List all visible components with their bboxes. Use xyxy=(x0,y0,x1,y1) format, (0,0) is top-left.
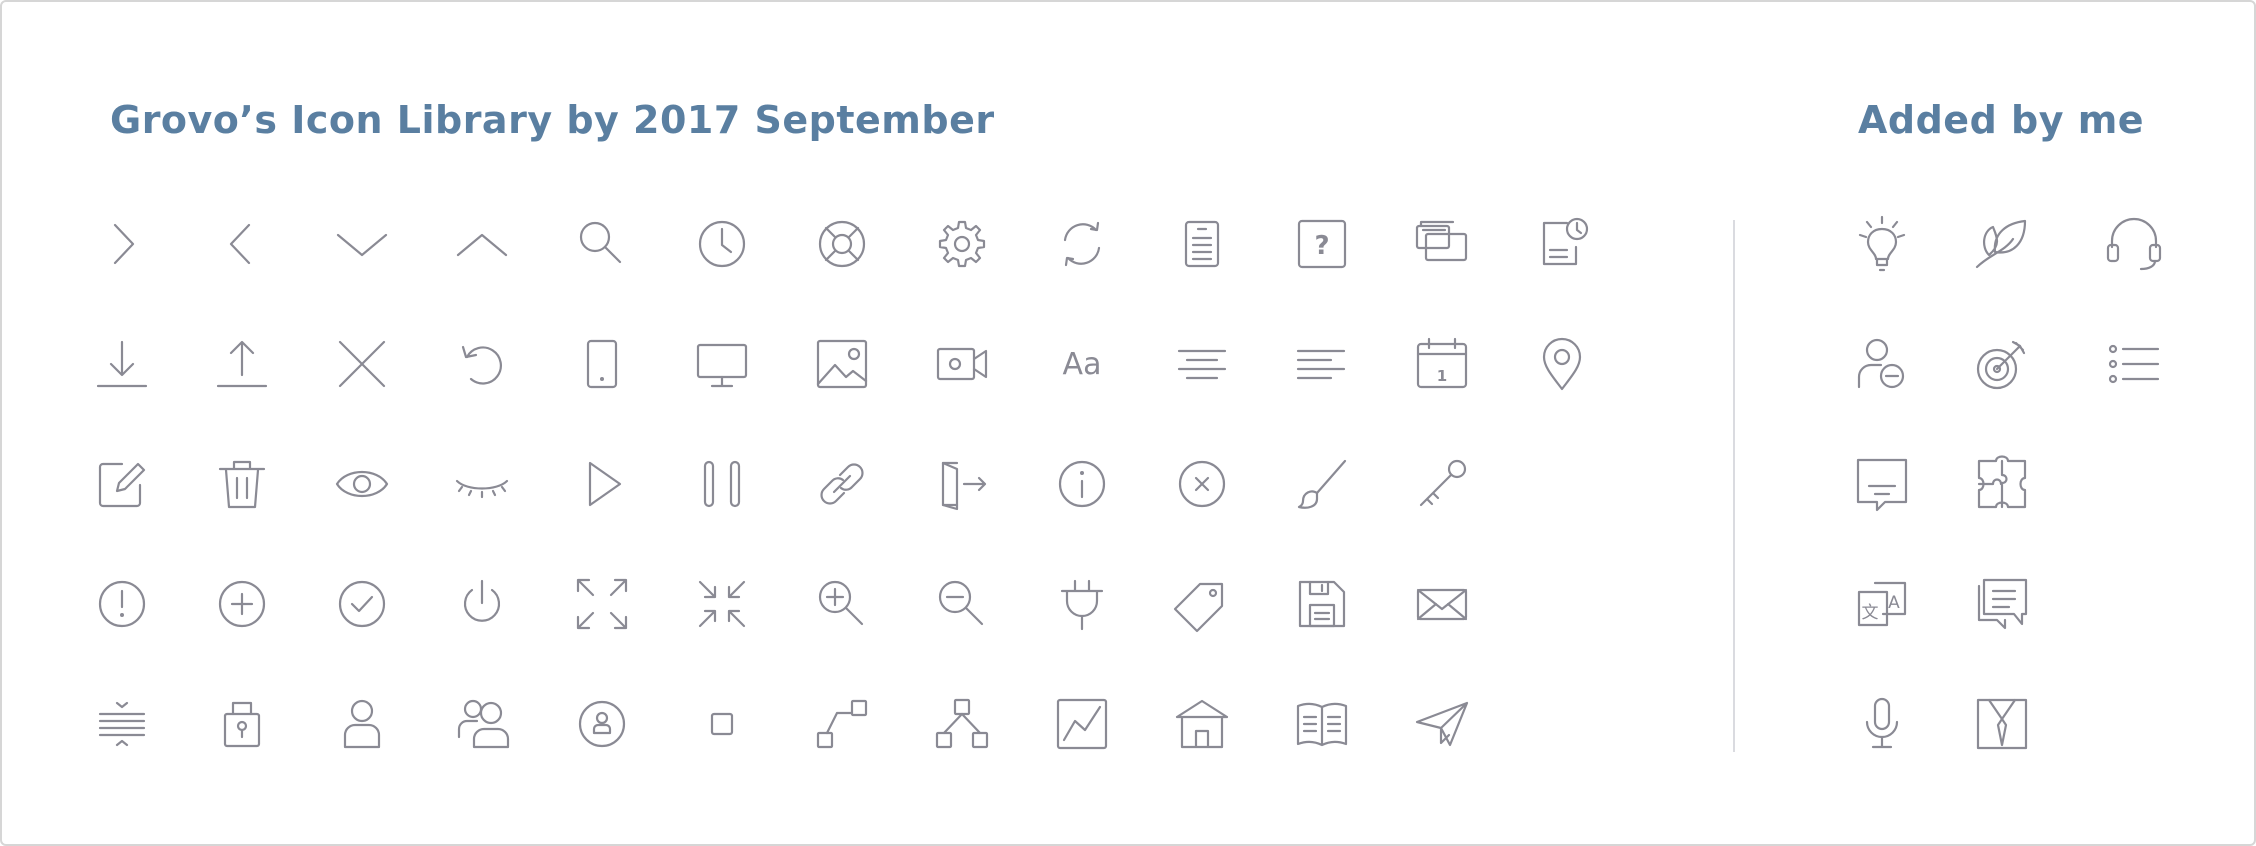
tablet-icon xyxy=(567,329,637,399)
hierarchy-icon xyxy=(927,689,997,759)
user-circle-icon xyxy=(567,689,637,759)
puzzle-icon xyxy=(1967,449,2037,519)
headset-icon xyxy=(2099,209,2169,279)
power-icon xyxy=(447,569,517,639)
tag-icon xyxy=(1167,569,1237,639)
section-divider xyxy=(1733,220,1735,752)
video-camera-icon xyxy=(927,329,997,399)
expand-icon xyxy=(567,569,637,639)
svg-text:1: 1 xyxy=(1437,367,1447,385)
play-icon xyxy=(567,449,637,519)
lock-icon xyxy=(207,689,277,759)
save-icon xyxy=(1287,569,1357,639)
remove-user-icon xyxy=(1847,329,1917,399)
document-icon xyxy=(1167,209,1237,279)
list-icon xyxy=(2099,329,2169,399)
help-document-icon: ? xyxy=(1287,209,1357,279)
link-icon xyxy=(807,449,877,519)
svg-text:文: 文 xyxy=(1862,603,1879,623)
shirt-tie-icon xyxy=(1967,689,2037,759)
image-icon xyxy=(807,329,877,399)
calendar-icon: 1 xyxy=(1407,329,1477,399)
refresh-icon xyxy=(1047,209,1117,279)
add-circle-icon xyxy=(207,569,277,639)
icon-library-card: Grovo’s Icon Library by 2017 September A… xyxy=(0,0,2256,846)
leaf-icon xyxy=(1967,209,2037,279)
align-left-icon xyxy=(1287,329,1357,399)
chevron-down-icon xyxy=(327,209,397,279)
subtitle-comment-icon xyxy=(1847,449,1917,519)
edit-icon xyxy=(87,449,157,519)
library-title: Grovo’s Icon Library by 2017 September xyxy=(110,98,995,142)
chevron-up-icon xyxy=(447,209,517,279)
send-icon xyxy=(1407,689,1477,759)
mail-icon xyxy=(1407,569,1477,639)
svg-text:?: ? xyxy=(1314,231,1329,261)
chevron-right-icon xyxy=(87,209,157,279)
stacked-windows-icon xyxy=(1407,209,1477,279)
chevron-left-icon xyxy=(207,209,277,279)
square-icon xyxy=(687,689,757,759)
plug-icon xyxy=(1047,569,1117,639)
upload-icon xyxy=(207,329,277,399)
info-icon xyxy=(1047,449,1117,519)
svg-text:A: A xyxy=(1888,593,1900,613)
line-spacing-icon xyxy=(87,689,157,759)
chat-bubbles-icon xyxy=(1967,569,2037,639)
key-icon xyxy=(1407,449,1477,519)
brush-icon xyxy=(1287,449,1357,519)
zoom-in-icon xyxy=(807,569,877,639)
check-circle-icon xyxy=(327,569,397,639)
lightbulb-icon xyxy=(1847,209,1917,279)
monitor-icon xyxy=(687,329,757,399)
svg-text:Aa: Aa xyxy=(1063,347,1102,382)
zoom-out-icon xyxy=(927,569,997,639)
close-icon xyxy=(327,329,397,399)
trash-icon xyxy=(207,449,277,519)
collapse-icon xyxy=(687,569,757,639)
download-icon xyxy=(87,329,157,399)
home-icon xyxy=(1167,689,1237,759)
added-title: Added by me xyxy=(1858,98,2145,142)
clock-icon xyxy=(687,209,757,279)
book-open-icon xyxy=(1287,689,1357,759)
search-icon xyxy=(567,209,637,279)
eye-closed-icon xyxy=(447,449,517,519)
chart-line-icon xyxy=(1047,689,1117,759)
lifebuoy-icon xyxy=(807,209,877,279)
document-clock-icon xyxy=(1527,209,1597,279)
eye-icon xyxy=(327,449,397,519)
translate-icon: A文 xyxy=(1847,569,1917,639)
gear-icon xyxy=(927,209,997,279)
font-size-icon: Aa xyxy=(1047,329,1117,399)
exit-door-icon xyxy=(927,449,997,519)
align-center-icon xyxy=(1167,329,1237,399)
connection-icon xyxy=(807,689,877,759)
map-pin-icon xyxy=(1527,329,1597,399)
target-icon xyxy=(1967,329,2037,399)
close-circle-icon xyxy=(1167,449,1237,519)
user-icon xyxy=(327,689,397,759)
users-icon xyxy=(447,689,517,759)
alert-circle-icon xyxy=(87,569,157,639)
pause-icon xyxy=(687,449,757,519)
undo-icon xyxy=(447,329,517,399)
microphone-icon xyxy=(1847,689,1917,759)
